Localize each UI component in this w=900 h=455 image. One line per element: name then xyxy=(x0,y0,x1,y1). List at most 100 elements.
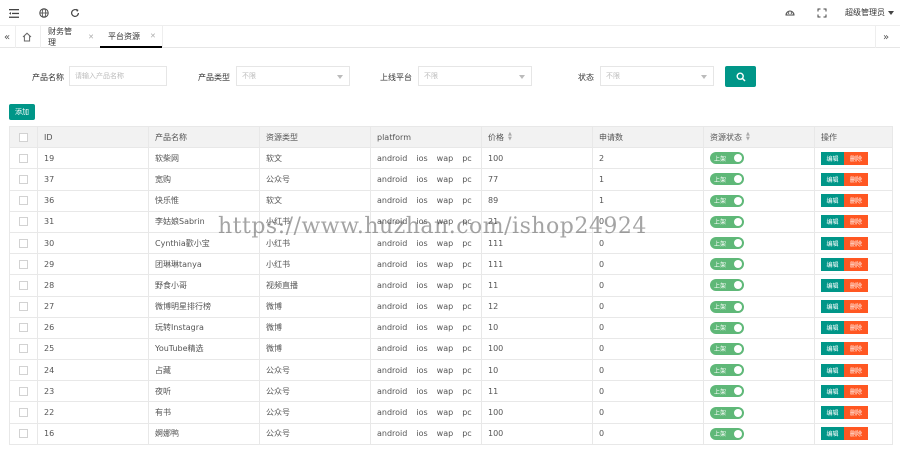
cell-apply: 2 xyxy=(592,147,704,170)
platform-select[interactable]: 不限 xyxy=(418,66,532,86)
cell-name: 团琳琳tanya xyxy=(148,253,260,276)
tab-platform-resources[interactable]: 平台资源 ✕ xyxy=(100,26,162,48)
row-checkbox[interactable] xyxy=(19,259,28,269)
delete-button[interactable]: 删除 xyxy=(844,406,868,420)
cell-status: 上架 xyxy=(703,253,815,276)
status-switch[interactable]: 上架 xyxy=(710,300,744,313)
edit-button[interactable]: 编辑 xyxy=(821,384,844,398)
delete-button[interactable]: 删除 xyxy=(844,215,868,229)
cell-price: 10 xyxy=(481,316,593,339)
delete-button[interactable]: 删除 xyxy=(844,257,868,271)
delete-button[interactable]: 删除 xyxy=(844,194,868,208)
platform-tag: wap xyxy=(436,196,454,206)
refresh-icon[interactable] xyxy=(68,6,82,20)
edit-button[interactable]: 编辑 xyxy=(821,194,844,208)
cell-platform: android ios wap pc xyxy=(370,274,482,297)
status-switch[interactable]: 上架 xyxy=(710,215,744,228)
tab-scroll-left-icon[interactable]: « xyxy=(0,30,14,44)
cell-id: 25 xyxy=(37,337,149,361)
delete-button[interactable]: 删除 xyxy=(844,321,868,335)
cell-name: 李姑娘Sabrin xyxy=(148,210,260,233)
edit-button[interactable]: 编辑 xyxy=(821,363,844,377)
edit-button[interactable]: 编辑 xyxy=(821,257,844,271)
header-price[interactable]: 价格 ▲ ▼ xyxy=(481,125,593,149)
admin-menu[interactable]: 超级管理员 xyxy=(845,7,894,18)
edit-button[interactable]: 编辑 xyxy=(821,427,844,441)
tab-scroll-right-icon[interactable]: » xyxy=(879,30,893,44)
edit-button[interactable]: 编辑 xyxy=(821,215,844,229)
row-checkbox[interactable] xyxy=(19,386,28,396)
status-switch[interactable]: 上架 xyxy=(710,427,744,440)
product-type-select[interactable]: 不限 xyxy=(236,66,350,86)
status-switch[interactable]: 上架 xyxy=(710,385,744,398)
status-switch[interactable]: 上架 xyxy=(710,321,744,334)
table-row: 25 YouTube精选 微博 android ios wap pc 100 0 上架 编辑 删除 xyxy=(9,337,893,361)
row-checkbox[interactable] xyxy=(19,408,28,418)
platform-tag: android xyxy=(377,280,408,290)
status-switch[interactable]: 上架 xyxy=(710,406,744,419)
search-button[interactable] xyxy=(725,66,756,87)
cell-status: 上架 xyxy=(703,380,815,403)
delete-button[interactable]: 删除 xyxy=(844,300,868,314)
row-checkbox[interactable] xyxy=(19,238,28,248)
cell-apply: 0 xyxy=(592,422,704,445)
platform-tag: wap xyxy=(436,386,454,396)
delete-button[interactable]: 删除 xyxy=(844,151,868,165)
globe-icon[interactable] xyxy=(37,6,51,20)
delete-button[interactable]: 删除 xyxy=(844,172,868,186)
top-bar: 超级管理员 xyxy=(0,0,900,26)
header-name: 产品名称 xyxy=(148,125,260,149)
cell-id: 30 xyxy=(37,231,149,255)
edit-button[interactable]: 编辑 xyxy=(821,321,844,335)
close-icon[interactable]: ✕ xyxy=(150,32,156,40)
cell-name: 软柴网 xyxy=(148,147,260,170)
cell-price: 100 xyxy=(481,337,593,361)
edit-button[interactable]: 编辑 xyxy=(821,236,844,250)
row-checkbox[interactable] xyxy=(19,196,28,206)
edit-button[interactable]: 编辑 xyxy=(821,172,844,186)
status-switch[interactable]: 上架 xyxy=(710,258,744,271)
row-checkbox[interactable] xyxy=(19,365,28,375)
edit-button[interactable]: 编辑 xyxy=(821,300,844,314)
theme-icon[interactable] xyxy=(783,6,797,20)
status-switch[interactable]: 上架 xyxy=(710,342,744,355)
menu-toggle-icon[interactable] xyxy=(7,6,21,20)
row-checkbox[interactable] xyxy=(19,429,28,439)
cell-ops: 编辑 删除 xyxy=(814,189,893,212)
delete-button[interactable]: 删除 xyxy=(844,384,868,398)
fullscreen-icon[interactable] xyxy=(815,6,829,20)
platform-tag: wap xyxy=(436,280,454,290)
status-switch[interactable]: 上架 xyxy=(710,364,744,377)
row-checkbox[interactable] xyxy=(19,302,28,312)
row-checkbox[interactable] xyxy=(19,174,28,184)
delete-button[interactable]: 删除 xyxy=(844,363,868,377)
row-checkbox[interactable] xyxy=(19,323,28,333)
header-status[interactable]: 资源状态 ▲ ▼ xyxy=(703,125,815,149)
home-icon[interactable] xyxy=(20,30,34,44)
edit-button[interactable]: 编辑 xyxy=(821,278,844,292)
status-switch[interactable]: 上架 xyxy=(710,279,744,292)
table-row: 31 李姑娘Sabrin 小红书 android ios wap pc 21 0 上架 编辑 删除 xyxy=(9,210,893,233)
tab-finance[interactable]: 财务管理 ✕ xyxy=(40,26,100,48)
status-switch[interactable]: 上架 xyxy=(710,194,744,207)
delete-button[interactable]: 删除 xyxy=(844,278,868,292)
row-checkbox[interactable] xyxy=(19,217,28,227)
row-checkbox[interactable] xyxy=(19,280,28,290)
edit-button[interactable]: 编辑 xyxy=(821,151,844,165)
add-button[interactable]: 添加 xyxy=(9,104,35,120)
edit-button[interactable]: 编辑 xyxy=(821,406,844,420)
status-switch[interactable]: 上架 xyxy=(710,152,744,165)
select-all-checkbox[interactable] xyxy=(19,132,28,142)
row-checkbox[interactable] xyxy=(19,153,28,163)
delete-button[interactable]: 删除 xyxy=(844,236,868,250)
delete-button[interactable]: 删除 xyxy=(844,342,868,356)
product-name-input[interactable]: 请输入产品名称 xyxy=(69,66,167,86)
close-icon[interactable]: ✕ xyxy=(88,33,94,41)
status-switch[interactable]: 上架 xyxy=(710,237,744,250)
cell-type: 公众号 xyxy=(259,401,371,424)
row-checkbox[interactable] xyxy=(19,344,28,354)
status-switch[interactable]: 上架 xyxy=(710,173,744,186)
delete-button[interactable]: 删除 xyxy=(844,427,868,441)
edit-button[interactable]: 编辑 xyxy=(821,342,844,356)
status-select[interactable]: 不限 xyxy=(600,66,714,86)
